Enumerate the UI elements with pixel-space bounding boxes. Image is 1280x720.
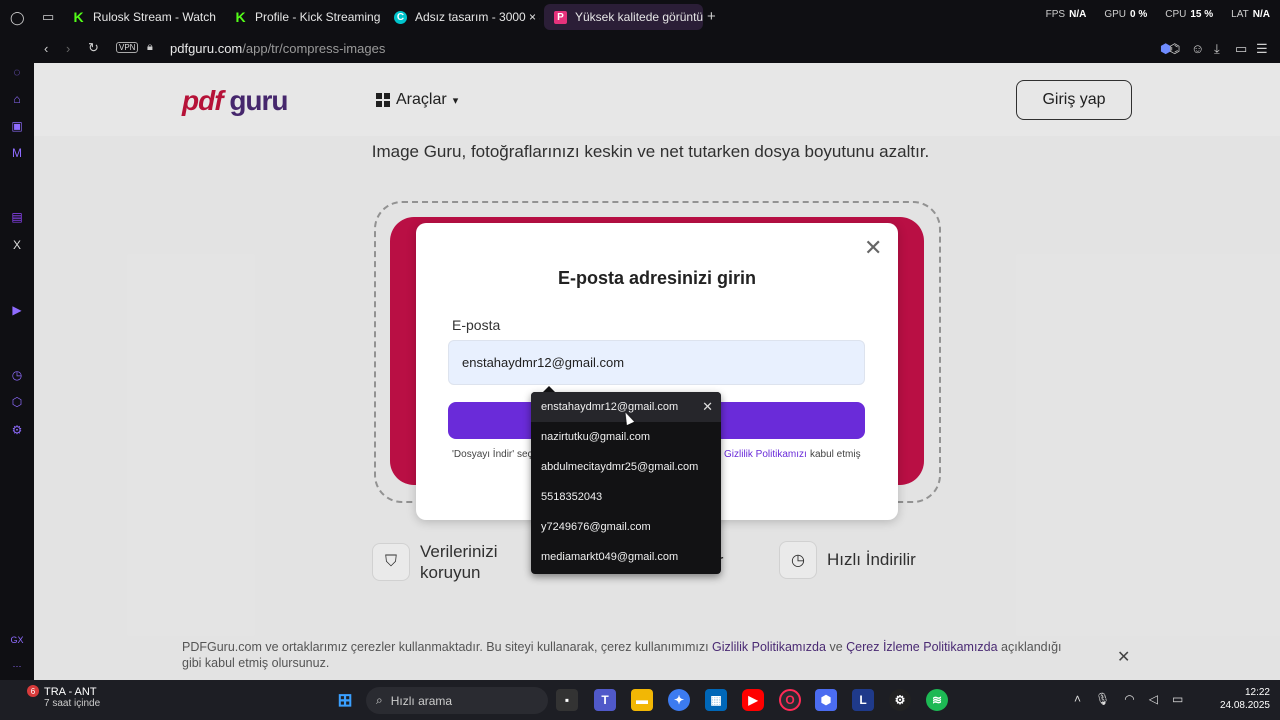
page-viewport: pdf guru Araçlar ▾ Giriş yap Image Guru,…: [34, 63, 1280, 680]
menu-icon[interactable]: ☰: [1256, 41, 1268, 57]
wifi-icon[interactable]: ◠: [1124, 692, 1134, 706]
terms-privacy-link[interactable]: Gizlilik Politikamızı: [724, 449, 807, 460]
weather-widget[interactable]: 6 TRA - ANT 7 saat içinde: [22, 685, 101, 709]
opera-gx-icon[interactable]: O: [779, 689, 801, 711]
lock-icon[interactable]: 🔒︎: [147, 41, 153, 54]
vs-icon[interactable]: ⬢: [815, 689, 837, 711]
cookie-close-icon[interactable]: ✕: [1117, 647, 1130, 667]
tab-canva[interactable]: C Adsız tasarım - 3000 × 3: [384, 4, 540, 30]
store-icon[interactable]: ▦: [705, 689, 727, 711]
pdfguru-icon: P: [554, 10, 567, 24]
url-path: /app/tr/compress-images: [242, 41, 386, 56]
puzzle-icon[interactable]: ⌬: [1169, 41, 1180, 57]
close-icon[interactable]: ✕: [864, 235, 882, 261]
clock-date: 24.08.2025: [1219, 700, 1270, 711]
chevron-up-icon[interactable]: ˄: [1074, 692, 1081, 706]
cpu-stat: CPU 15 %: [1165, 9, 1214, 20]
extensions-icon[interactable]: ⬡: [9, 394, 25, 410]
profile-icon[interactable]: ☺: [1191, 41, 1204, 56]
windows-start-icon[interactable]: ⊞: [334, 689, 356, 711]
clock-time: 12:22: [1244, 687, 1270, 698]
email-field[interactable]: [448, 340, 865, 385]
autofill-item[interactable]: abdulmecitaydmr25@gmail.com: [531, 452, 721, 482]
twitch-icon[interactable]: ▤: [9, 209, 25, 225]
kick-icon: K: [235, 9, 246, 25]
weather-subtitle: 7 saat içinde: [44, 698, 101, 709]
terms-start: 'Dosyayı İndir' seç: [452, 449, 533, 460]
address-bar: ‹ › ↻ VPN 🔒︎ pdfguru.com/app/tr/compress…: [34, 34, 1280, 63]
canva-icon: C: [394, 10, 407, 24]
youtube-icon[interactable]: ▶: [742, 689, 764, 711]
autofill-item[interactable]: nazirtutku@gmail.com: [531, 422, 721, 452]
search-placeholder: Hızlı arama: [390, 693, 453, 708]
x-icon[interactable]: X: [9, 237, 25, 253]
weather-title: TRA - ANT: [44, 686, 97, 698]
gpu-stat: GPU 0 %: [1104, 9, 1148, 20]
task-view-icon[interactable]: ▪: [556, 689, 578, 711]
tab-title: Yüksek kalitede görüntüle: [575, 10, 703, 24]
tab-manager-icon[interactable]: ▭: [42, 9, 54, 25]
tab-title: Adsız tasarım - 3000 × 3: [415, 10, 540, 24]
play-icon[interactable]: ▶: [9, 302, 25, 318]
copilot-icon[interactable]: ✦: [668, 689, 690, 711]
spotify-icon[interactable]: ≋: [926, 689, 948, 711]
settings-icon[interactable]: ⚙: [9, 422, 25, 438]
file-explorer-icon[interactable]: ▬: [631, 689, 653, 711]
tab-rulosk-stream[interactable]: K Rulosk Stream - Watch Li: [62, 4, 220, 30]
forward-icon[interactable]: ›: [66, 41, 70, 56]
autofill-item[interactable]: 5518352043: [531, 482, 721, 512]
new-tab-icon[interactable]: +: [707, 8, 716, 25]
microphone-icon[interactable]: 🎙︎: [1095, 692, 1110, 706]
autofill-item-label: enstahaydmr12@gmail.com: [541, 401, 679, 413]
autofill-item[interactable]: mediamarkt049@gmail.com: [531, 542, 721, 572]
kick-icon: K: [73, 9, 84, 25]
tab-title: Rulosk Stream - Watch Li: [93, 10, 220, 24]
privacy-policy-link[interactable]: Gizlilik Politikamızda: [712, 640, 826, 654]
aria-icon[interactable]: ◌: [9, 64, 25, 80]
performance-stats: FPS N/A GPU 0 % CPU 15 % LAT N/A: [1046, 9, 1270, 20]
fps-stat: FPS N/A: [1045, 9, 1087, 20]
cookie-policy-link[interactable]: Çerez İzleme Politikamızda: [846, 640, 997, 654]
history-icon[interactable]: ◷: [9, 367, 25, 383]
notes-icon[interactable]: M: [9, 145, 25, 161]
teams-icon[interactable]: T: [594, 689, 616, 711]
battery-icon[interactable]: ▭: [1172, 692, 1183, 706]
vpn-badge[interactable]: VPN: [116, 42, 139, 53]
tab-kick-profile[interactable]: K Profile - Kick Streaming: [224, 4, 384, 30]
search-icon: ⌕: [376, 693, 383, 707]
modal-title: E-posta adresinizi girin: [557, 268, 757, 288]
email-label: E-posta: [452, 317, 501, 333]
windows-taskbar: 6 TRA - ANT 7 saat içinde ⊞ ⌕ Hızlı aram…: [0, 680, 1280, 720]
terms-end: kabul etmiş: [810, 449, 861, 460]
url-host: pdfguru.com: [170, 41, 243, 56]
browser-tab-bar: ◯ ▭ K Rulosk Stream - Watch Li K Profile…: [0, 0, 1280, 34]
download-icon[interactable]: ⤓: [1214, 41, 1220, 57]
more-icon[interactable]: ···: [9, 658, 25, 674]
cookie-banner-text: PDFGuru.com ve ortaklarımız çerezler kul…: [182, 640, 1062, 670]
remove-suggestion-icon[interactable]: ✕: [702, 399, 713, 415]
gx-icon[interactable]: GX: [9, 632, 25, 648]
tab-pdfguru[interactable]: P Yüksek kalitede görüntüle: [544, 4, 703, 30]
bag-icon[interactable]: ⌂: [9, 91, 25, 107]
l-app-icon[interactable]: L: [852, 689, 874, 711]
taskbar-search[interactable]: ⌕ Hızlı arama: [366, 687, 548, 714]
lat-stat: LAT N/A: [1231, 9, 1270, 20]
steam-icon[interactable]: ⚙: [889, 689, 911, 711]
player-icon[interactable]: ▣: [9, 118, 25, 134]
browser-logo-icon[interactable]: ◯: [10, 10, 25, 26]
battery-saver-icon[interactable]: ▭: [1235, 41, 1247, 57]
volume-icon[interactable]: ◁: [1149, 692, 1158, 706]
system-tray: ˄ 🎙︎ ◠ ◁ ▭: [1074, 692, 1183, 706]
back-icon[interactable]: ‹: [44, 41, 48, 56]
reload-icon[interactable]: ↻: [88, 40, 99, 56]
browser-sidebar: ◌ ⌂ ▣ M ▤ X ▶ ◷ ⬡ ⚙ GX ···: [0, 34, 34, 680]
autofill-item[interactable]: y7249676@gmail.com: [531, 512, 721, 542]
url-field[interactable]: pdfguru.com/app/tr/compress-images: [170, 41, 385, 56]
notification-badge: 6: [27, 685, 39, 697]
tab-title: Profile - Kick Streaming: [255, 10, 381, 24]
clock[interactable]: 12:22 24.08.2025: [1220, 686, 1270, 712]
